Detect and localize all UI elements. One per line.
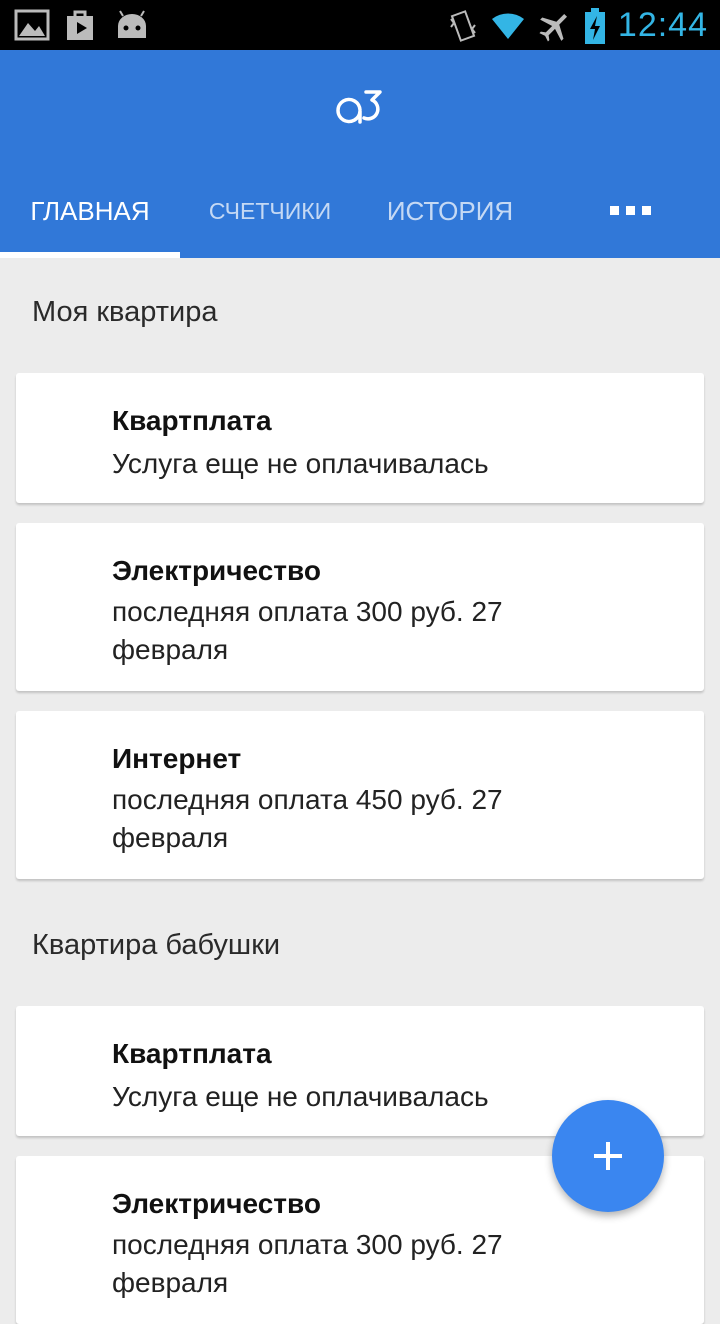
- tab-history[interactable]: ИСТОРИЯ: [360, 178, 540, 258]
- service-status: последняя оплата 300 руб. 27 февраля: [112, 1229, 503, 1298]
- service-title: Электричество: [112, 555, 321, 586]
- tab-main[interactable]: ГЛАВНАЯ: [0, 178, 180, 258]
- service-status: Услуга еще не оплачивалась: [112, 448, 489, 479]
- service-status: последняя оплата 450 руб. 27 февраля: [112, 784, 503, 853]
- vibrate-icon: [450, 9, 476, 42]
- wifi-icon: [491, 12, 524, 39]
- add-button[interactable]: [552, 1100, 664, 1212]
- status-bar: 12:44: [0, 0, 720, 50]
- section-title: Квартира бабушки: [32, 929, 281, 961]
- tab-meters[interactable]: СЧЕТЧИКИ: [180, 178, 360, 258]
- app-bar: ГЛАВНАЯ СЧЕТЧИКИ ИСТОРИЯ: [0, 50, 720, 258]
- more-horizontal-icon[interactable]: [598, 202, 662, 222]
- tab-indicator: [0, 252, 180, 258]
- service-status: Услуга еще не оплачивалась: [112, 1081, 489, 1112]
- android-icon: [118, 10, 146, 38]
- service-title: Электричество: [112, 1188, 321, 1219]
- service-card[interactable]: Квартплата Услуга еще не оплачивалась: [16, 373, 704, 503]
- battery-charging-icon: [584, 7, 605, 44]
- service-status: последняя оплата 300 руб. 27 февраля: [112, 596, 503, 665]
- service-card[interactable]: Интернет последняя оплата 450 руб. 27 фе…: [16, 711, 704, 879]
- gallery-icon: [14, 9, 50, 41]
- clock: 12:44: [617, 6, 708, 44]
- airplane-icon: [539, 13, 567, 42]
- service-card[interactable]: Электричество последняя оплата 300 руб. …: [16, 523, 704, 691]
- play-store-icon: [67, 10, 93, 40]
- app-logo: [336, 90, 382, 124]
- service-title: Квартплата: [112, 1038, 272, 1069]
- service-title: Интернет: [112, 743, 242, 774]
- section-title: Моя квартира: [32, 296, 218, 328]
- plus-icon: [594, 1142, 622, 1170]
- service-title: Квартплата: [112, 405, 272, 436]
